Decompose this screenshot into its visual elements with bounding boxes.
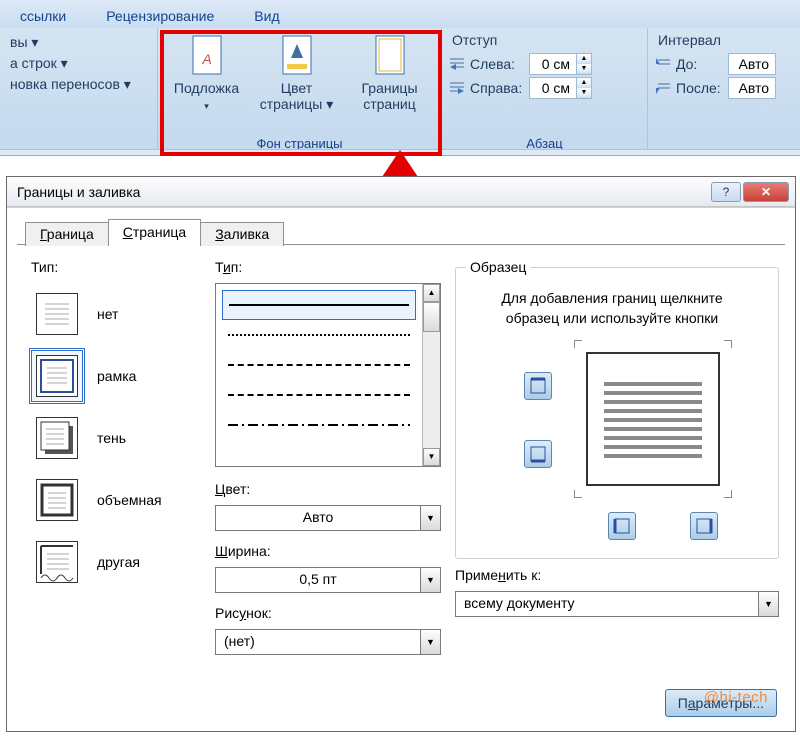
indent-title: Отступ (452, 32, 641, 48)
page-color-label: Цветстраницы ▾ (260, 80, 334, 112)
indent-left-spinner[interactable]: 0 см▲▼ (529, 53, 592, 75)
setting-type-column: Тип: нет рамка тень (31, 259, 201, 655)
preview-page-lines (604, 382, 702, 463)
indent-right-icon (448, 80, 466, 96)
tab-review[interactable]: Рецензирование (86, 4, 234, 28)
watermark-button[interactable]: A Подложка▾ (165, 32, 249, 114)
dialog-titlebar[interactable]: Границы и заливка ? ✕ (7, 177, 795, 207)
spacing-after-label: После: (676, 80, 724, 96)
tab-page[interactable]: Страница (108, 219, 201, 245)
type-shadow[interactable]: тень (31, 407, 201, 469)
tab-references[interactable]: ссылки (0, 4, 86, 28)
width-combo[interactable]: 0,5 пт▼ (215, 567, 441, 593)
color-combo[interactable]: Авто▼ (215, 505, 441, 531)
spacing-after-icon (654, 80, 672, 96)
ribbon-group-indent: Отступ Слева: 0 см▲▼ Справа: 0 см▲▼ Абза… (442, 28, 648, 155)
style-column: Тип: ▲▼ Цвет: (215, 259, 441, 655)
page-borders-label: Границыстраниц (362, 80, 418, 112)
spacing-before-icon (654, 56, 672, 72)
dialog-tabs: Граница Страница Заливка (7, 208, 795, 244)
apply-to-combo[interactable]: всему документу▼ (455, 591, 779, 617)
indent-right-spinner[interactable]: 0 см▲▼ (529, 77, 592, 99)
dialog-title: Границы и заливка (13, 184, 709, 200)
tab-shading[interactable]: Заливка (200, 222, 284, 246)
tab-border[interactable]: Граница (25, 222, 109, 246)
spacing-before-spinner[interactable]: Авто (728, 53, 776, 75)
spacing-title: Интервал (658, 32, 776, 48)
ribbon-group-cut-left: вы ▾ а строк ▾ новка переносов ▾ (0, 28, 158, 155)
indent-left-icon (448, 56, 466, 72)
type-custom[interactable]: другая (31, 531, 201, 593)
art-combo[interactable]: (нет)▼ (215, 629, 441, 655)
type-box[interactable]: рамка (31, 345, 201, 407)
help-button[interactable]: ? (711, 182, 741, 202)
custom-icon (37, 542, 77, 582)
ribbon-group-spacing: Интервал До: Авто После: Авто (648, 28, 782, 155)
style-dashed[interactable] (222, 380, 416, 410)
style-solid[interactable] (222, 290, 416, 320)
ribbon: вы ▾ а строк ▾ новка переносов ▾ A Подло… (0, 28, 800, 156)
page-color-button[interactable]: Цветстраницы ▾ (249, 32, 345, 114)
style-dotted-fine[interactable] (222, 320, 416, 350)
preview-right-btn[interactable] (690, 512, 718, 540)
type-none[interactable]: нет (31, 283, 201, 345)
preview-hint: Для добавления границ щелкните образец и… (476, 289, 748, 328)
svg-text:A: A (201, 51, 211, 67)
style-dashdot[interactable] (222, 410, 416, 440)
page-borders-button[interactable]: Границыстраниц (345, 32, 435, 114)
spacing-before-label: До: (676, 56, 724, 72)
preview-top-btn[interactable] (524, 372, 552, 400)
tab-view[interactable]: Вид (234, 4, 299, 28)
cut-btn-3[interactable]: новка переносов ▾ (6, 74, 151, 95)
cut-btn-2[interactable]: а строк ▾ (6, 53, 151, 74)
preview-column: Образец Для добавления границ щелкните о… (455, 259, 779, 655)
indent-left-label: Слева: (470, 56, 525, 72)
cut-btn-1[interactable]: вы ▾ (6, 32, 151, 53)
box-icon (37, 356, 77, 396)
spacing-after-spinner[interactable]: Авто (728, 77, 776, 99)
type-3d[interactable]: объемная (31, 469, 201, 531)
dialog-borders-shading: Границы и заливка ? ✕ Граница Страница З… (6, 176, 796, 732)
none-icon (37, 294, 77, 334)
preview-legend: Образец (466, 259, 530, 275)
shadow-icon (37, 418, 77, 458)
ribbon-group-page-background: A Подложка▾ Цветстраницы ▾ Границыстрани… (158, 28, 442, 155)
style-scrollbar[interactable]: ▲▼ (422, 284, 440, 466)
watermark-icon: A (187, 34, 227, 78)
options-button[interactable]: Параметры... (665, 689, 777, 717)
close-button[interactable]: ✕ (743, 182, 789, 202)
indent-right-label: Справа: (470, 80, 525, 96)
type-label: Тип: (31, 259, 201, 275)
threeD-icon (37, 480, 77, 520)
style-list[interactable]: ▲▼ (215, 283, 441, 467)
page-color-icon (277, 34, 317, 78)
style-dashed-wide[interactable] (222, 350, 416, 380)
page-borders-icon (370, 34, 410, 78)
preview-left-btn[interactable] (608, 512, 636, 540)
ribbon-tabs: ссылки Рецензирование Вид (0, 0, 800, 28)
preview-bottom-btn[interactable] (524, 440, 552, 468)
